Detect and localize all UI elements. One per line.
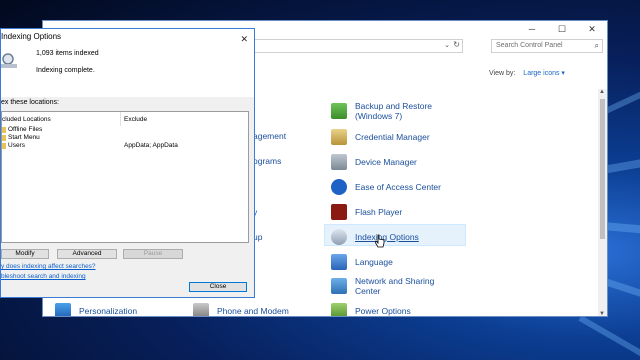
ease-icon <box>331 179 347 195</box>
hand-cursor-icon <box>375 234 385 248</box>
view-by: View by: Large icons ▾ <box>489 70 565 77</box>
flash-icon <box>331 204 347 220</box>
cp-item-language[interactable]: Language <box>331 254 393 270</box>
minimize-button[interactable]: ─ <box>523 23 541 35</box>
partial-item[interactable]: ograms <box>253 156 281 166</box>
col-exclude: Exclude <box>124 116 148 123</box>
locations-lead: ex these locations: <box>1 99 59 106</box>
locations-list[interactable]: cluded Locations Exclude Offline Files S… <box>1 111 249 243</box>
refresh-icon[interactable]: ↻ <box>453 40 460 49</box>
cp-item-label: Phone and Modem <box>217 306 289 316</box>
partial-item[interactable]: agement <box>253 131 286 141</box>
close-window-button[interactable]: ✕ <box>583 23 601 35</box>
cp-item-label: Flash Player <box>355 207 403 217</box>
cp-item-label: Personalization <box>79 306 138 316</box>
magnifier-icon <box>1 53 19 69</box>
language-icon <box>331 254 347 270</box>
scroll-down-icon[interactable]: ▼ <box>599 311 605 316</box>
cp-item-credential[interactable]: Credential Manager <box>331 129 430 145</box>
backup-icon <box>331 103 347 119</box>
list-item[interactable]: Offline Files <box>2 126 42 133</box>
advanced-button[interactable]: Advanced <box>57 249 117 259</box>
cp-item-network-sharing[interactable]: Network and Sharing Center <box>331 276 434 296</box>
cp-item-ease-of-access[interactable]: Ease of Access Center <box>331 179 441 195</box>
cp-item-backup[interactable]: Backup and Restore (Windows 7) <box>331 101 432 121</box>
indexing-options-dialog: Indexing Options ✕ 1,093 items indexed I… <box>0 28 255 298</box>
cp-item-power-options[interactable]: Power Options <box>331 303 411 316</box>
vertical-scrollbar[interactable]: ▲ ▼ <box>598 89 607 316</box>
modify-button[interactable]: Modify <box>1 249 49 259</box>
pause-button[interactable]: Pause <box>123 249 183 259</box>
folder-icon <box>2 135 6 141</box>
cp-item-personalization[interactable]: Personalization <box>55 303 138 316</box>
list-item[interactable]: Users AppData; AppData <box>2 142 178 149</box>
view-by-dropdown[interactable]: Large icons ▾ <box>523 70 565 77</box>
troubleshoot-link[interactable]: bleshoot search and indexing <box>1 273 86 280</box>
power-icon <box>331 303 347 316</box>
indexing-status: Indexing complete. <box>36 67 95 74</box>
cp-item-label: Indexing Options <box>355 232 419 242</box>
dialog-title-bar: Indexing Options ✕ <box>1 29 254 45</box>
cp-item-label: Language <box>355 257 393 267</box>
phone-icon <box>193 303 209 316</box>
cp-item-label: Backup and Restore (Windows 7) <box>355 101 433 121</box>
indexing-icon <box>331 229 347 245</box>
cp-item-device-manager[interactable]: Device Manager <box>331 154 417 170</box>
scroll-thumb[interactable] <box>600 99 605 239</box>
list-item[interactable]: Start Menu <box>2 134 40 141</box>
maximize-button[interactable]: ☐ <box>553 23 571 35</box>
items-indexed-count: 1,093 items indexed <box>36 50 99 57</box>
scroll-up-icon[interactable]: ▲ <box>599 89 605 95</box>
cp-item-label: Device Manager <box>355 157 417 167</box>
network-icon <box>331 278 347 294</box>
cp-item-label: Network and Sharing Center <box>355 276 435 296</box>
chevron-down-icon[interactable]: ⌄ <box>444 41 450 49</box>
cp-item-label: Credential Manager <box>355 132 430 142</box>
dialog-status-area: 1,093 items indexed Indexing complete. <box>1 45 254 97</box>
col-included: cluded Locations <box>2 116 51 123</box>
cp-item-label: Ease of Access Center <box>355 182 441 192</box>
folder-icon <box>2 127 6 133</box>
cp-item-label: Power Options <box>355 306 411 316</box>
close-button[interactable]: Close <box>189 282 247 292</box>
device-icon <box>331 154 347 170</box>
folder-icon <box>2 143 6 149</box>
cp-item-phone-modem[interactable]: Phone and Modem <box>193 303 289 316</box>
indexing-help-link[interactable]: y does indexing affect searches? <box>1 263 96 270</box>
search-input[interactable]: Search Control Panel ⌕ <box>491 39 603 53</box>
personalization-icon <box>55 303 71 316</box>
search-icon: ⌕ <box>594 41 599 50</box>
cp-item-flash-player[interactable]: Flash Player <box>331 204 402 220</box>
dialog-title: Indexing Options <box>1 32 62 41</box>
credential-icon <box>331 129 347 145</box>
column-divider <box>120 112 121 126</box>
